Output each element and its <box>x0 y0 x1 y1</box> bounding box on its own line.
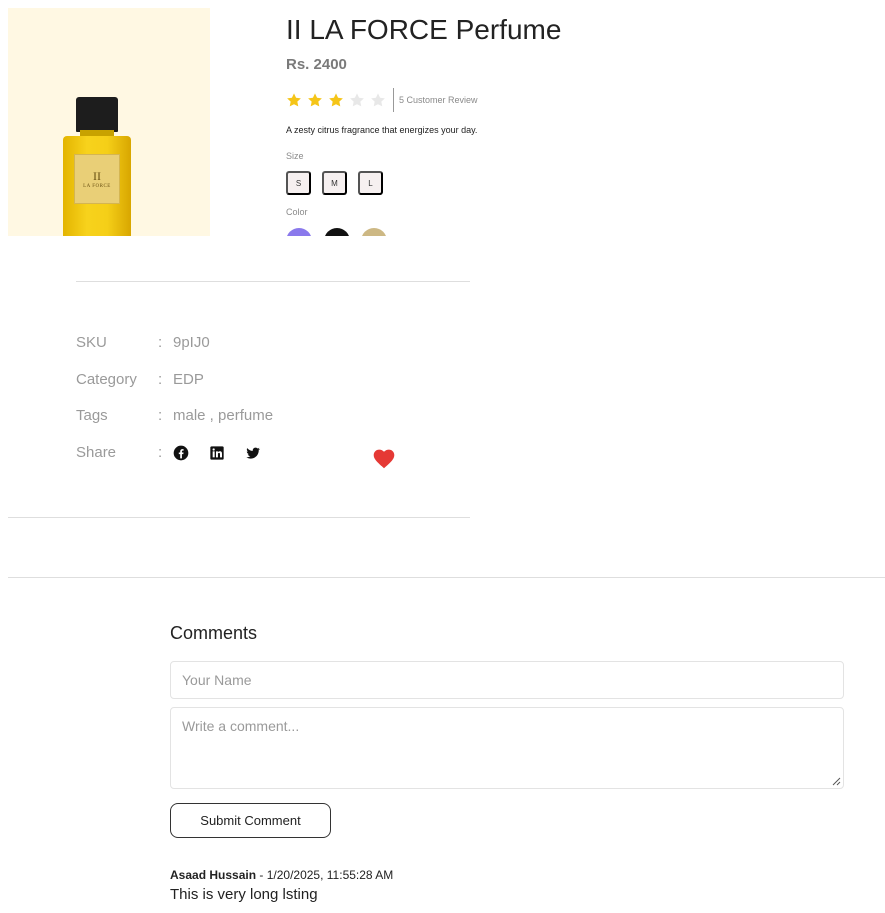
comment-textarea[interactable] <box>170 707 844 789</box>
rating-row: 5 Customer Review <box>286 88 478 112</box>
tags-row: Tags : male , perfume <box>76 407 273 424</box>
category-label: Category <box>76 371 137 388</box>
sku-row: SKU : 9pIJ0 <box>76 334 210 351</box>
rating-divider <box>393 88 394 112</box>
share-label: Share <box>76 444 117 461</box>
star-icon <box>370 92 386 108</box>
color-options <box>280 224 400 236</box>
bottle-label-mark: II <box>93 168 101 183</box>
product-title: II LA FORCE Perfume <box>286 14 562 45</box>
tags-value: male , perfume <box>173 407 274 424</box>
size-option-m[interactable]: M <box>322 171 347 195</box>
star-icon <box>328 92 344 108</box>
twitter-icon[interactable] <box>245 445 261 461</box>
resize-grip-icon[interactable] <box>832 777 841 786</box>
star-icon <box>349 92 365 108</box>
divider <box>8 517 470 518</box>
size-label: Size <box>286 151 304 161</box>
share-row: Share : <box>76 444 261 461</box>
review-count-link[interactable]: 5 Customer Review <box>399 95 478 105</box>
bottle-label: II LA FORCE <box>74 154 120 204</box>
size-option-s[interactable]: S <box>286 171 311 195</box>
section-divider <box>8 577 885 578</box>
tags-label: Tags <box>76 407 108 424</box>
category-value: EDP <box>173 371 204 388</box>
facebook-icon[interactable] <box>173 445 189 461</box>
colon: : <box>158 371 163 388</box>
comments-title: Comments <box>170 623 258 643</box>
color-swatch-gold[interactable] <box>361 228 387 236</box>
size-options: S M L <box>286 171 383 195</box>
product-description: A zesty citrus fragrance that energizes … <box>286 125 478 135</box>
share-icons <box>173 445 261 461</box>
comment-author: Asaad Hussain <box>170 868 257 882</box>
product-price: Rs. 2400 <box>286 56 347 73</box>
colon: : <box>158 407 163 424</box>
linkedin-icon[interactable] <box>209 445 225 461</box>
color-swatch-purple[interactable] <box>286 228 312 236</box>
sku-label: SKU <box>76 334 107 351</box>
bottle-cap <box>76 97 118 132</box>
bottle-label-brand: LA FORCE <box>83 183 111 189</box>
star-icon <box>307 92 323 108</box>
comment-meta: Asaad Hussain - 1/20/2025, 11:55:28 AM <box>170 868 393 882</box>
product-image: II LA FORCE <box>8 8 210 236</box>
comment-text: This is very long lsting <box>170 886 318 903</box>
sku-value: 9pIJ0 <box>173 334 210 351</box>
colon: : <box>158 334 163 351</box>
comment-separator: - <box>256 868 267 882</box>
color-swatch-black[interactable] <box>324 228 350 236</box>
wishlist-heart-icon[interactable] <box>372 447 396 469</box>
colon: : <box>158 444 163 461</box>
comment-timestamp: 1/20/2025, 11:55:28 AM <box>266 868 394 882</box>
name-input[interactable] <box>170 661 844 699</box>
submit-comment-button[interactable]: Submit Comment <box>170 803 331 838</box>
divider <box>76 281 470 282</box>
category-row: Category : EDP <box>76 371 204 388</box>
size-option-l[interactable]: L <box>358 171 383 195</box>
star-icon <box>286 92 302 108</box>
color-label: Color <box>286 207 308 217</box>
